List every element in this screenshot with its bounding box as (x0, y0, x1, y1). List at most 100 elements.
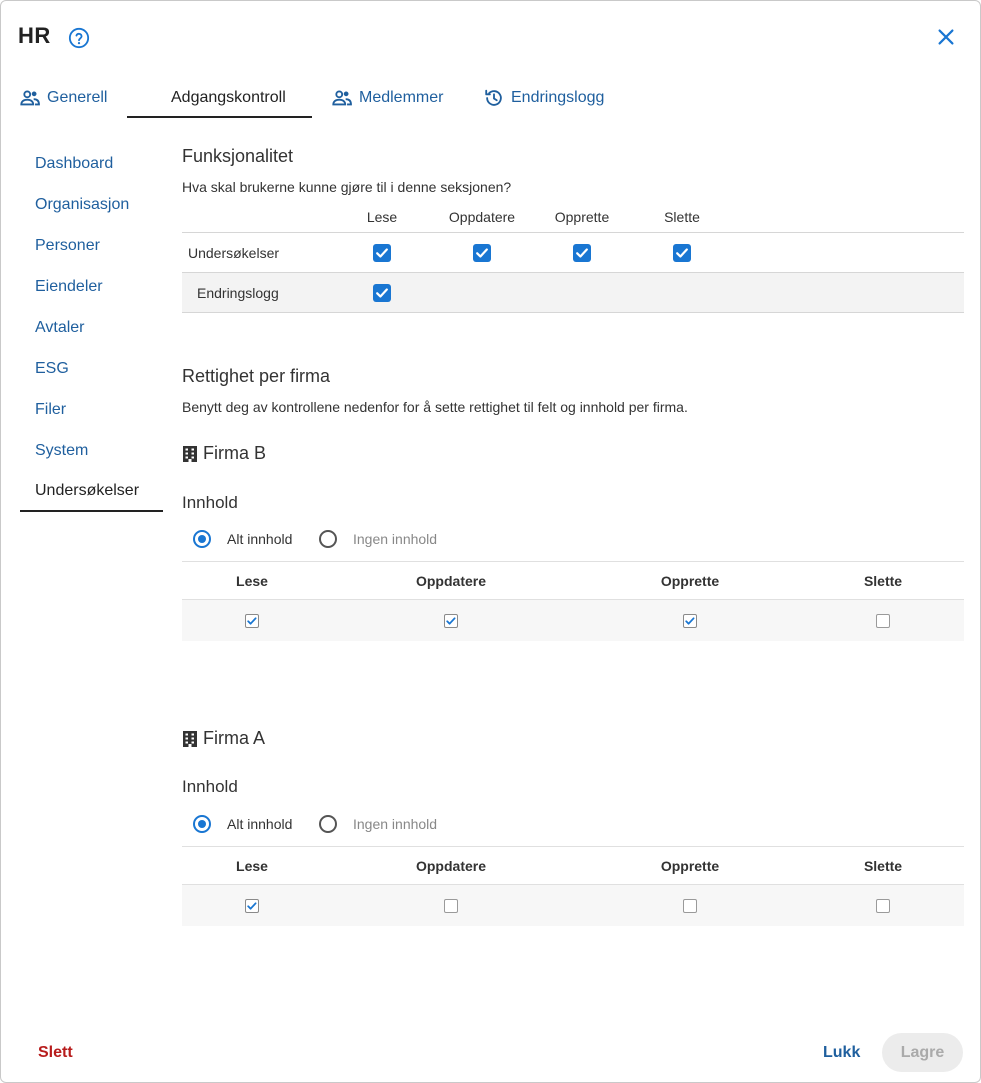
checkbox-slette[interactable] (876, 899, 890, 913)
company-permission-table: Lese Oppdatere Opprette Slette (182, 561, 964, 641)
radio-label: Alt innhold (227, 816, 293, 832)
tab-adgangskontroll[interactable]: Adgangskontroll (171, 79, 286, 117)
tab-label: Generell (47, 89, 108, 106)
rights-heading: Rettighet per firma (182, 366, 331, 386)
radio-selected-icon (193, 815, 211, 833)
column-header: Slette (664, 209, 700, 225)
functionality-question: Hva skal brukerne kunne gjøre til i denn… (182, 179, 512, 195)
column-header: Slette (863, 858, 903, 874)
radio-label: Ingen innhold (353, 816, 438, 832)
checkbox-opprette[interactable] (573, 244, 591, 262)
content-label: Innhold (182, 493, 238, 512)
building-icon (183, 445, 197, 462)
column-header: Lese (366, 209, 398, 225)
close-button[interactable]: Lukk (823, 1044, 860, 1062)
functionality-header-row: Lese Oppdatere Opprette Slette (182, 206, 964, 233)
nav-label: Dashboard (35, 154, 114, 172)
checkbox-lese[interactable] (373, 284, 391, 302)
section-nav: Dashboard Organisasjon Personer Eiendele… (20, 143, 163, 512)
column-header: Lese (236, 573, 268, 589)
radio-ingen-innhold[interactable]: Ingen innhold (319, 530, 437, 548)
check-icon (576, 248, 588, 258)
nav-item-eiendeler[interactable]: Eiendeler (20, 266, 163, 307)
checkbox-oppdatere[interactable] (444, 899, 458, 913)
tab-label: Medlemmer (359, 89, 444, 106)
building-icon (183, 730, 197, 747)
column-header: Oppdatere (448, 209, 516, 225)
save-button[interactable]: Lagre (882, 1033, 963, 1072)
nav-label: Organisasjon (35, 195, 130, 213)
nav-label: Filer (35, 400, 67, 418)
permission-header-row: Lese Oppdatere Opprette Slette (182, 561, 964, 600)
column-header: Slette (863, 573, 903, 589)
radio-selected-icon (193, 530, 211, 548)
people-icon (20, 90, 40, 106)
tab-medlemmer[interactable]: Medlemmer (331, 79, 443, 117)
checkbox-opprette[interactable] (683, 899, 697, 913)
checkbox-slette[interactable] (876, 614, 890, 628)
permission-row (182, 885, 964, 926)
active-tab-indicator (127, 116, 312, 118)
check-icon (476, 248, 488, 258)
check-icon (685, 617, 695, 625)
tab-endringslogg[interactable]: Endringslogg (483, 79, 604, 117)
nav-label: Eiendeler (35, 277, 103, 295)
radio-empty-icon (319, 530, 337, 548)
check-icon (247, 902, 257, 910)
checkbox-opprette[interactable] (683, 614, 697, 628)
content-label: Innhold (182, 777, 238, 796)
column-header: Opprette (554, 209, 610, 225)
check-icon (376, 288, 388, 298)
hr-dialog: HR Generell Adgangskontroll Medlemmer En… (0, 0, 981, 1083)
company-name: Firma A (203, 728, 266, 748)
check-icon (247, 617, 257, 625)
nav-item-dashboard[interactable]: Dashboard (20, 143, 163, 184)
tab-generell[interactable]: Generell (19, 79, 107, 117)
permission-header-row: Lese Oppdatere Opprette Slette (182, 846, 964, 885)
checkbox-lese[interactable] (373, 244, 391, 262)
company-title: Firma A (182, 728, 265, 749)
radio-empty-icon (319, 815, 337, 833)
tab-bar: Generell Adgangskontroll Medlemmer Endri… (19, 79, 619, 119)
nav-item-personer[interactable]: Personer (20, 225, 163, 266)
nav-label: ESG (35, 359, 69, 377)
nav-label: Personer (35, 236, 100, 254)
functionality-table: Lese Oppdatere Opprette Slette Undersøke… (182, 206, 964, 313)
checkbox-oppdatere[interactable] (473, 244, 491, 262)
content-radio-group: Alt innhold Ingen innhold (193, 815, 493, 835)
rights-description: Benytt deg av kontrollene nedenfor for å… (182, 399, 688, 415)
help-icon[interactable] (68, 27, 90, 49)
checkbox-lese[interactable] (245, 899, 259, 913)
tab-label: Endringslogg (511, 89, 605, 106)
radio-alt-innhold[interactable]: Alt innhold (193, 530, 292, 548)
nav-item-organisasjon[interactable]: Organisasjon (20, 184, 163, 225)
column-header: Lese (236, 858, 268, 874)
nav-item-system[interactable]: System (20, 430, 163, 471)
content-radio-group: Alt innhold Ingen innhold (193, 530, 493, 550)
dialog-title: HR (18, 23, 51, 48)
nav-item-undersokelser[interactable]: Undersøkelser (20, 471, 163, 512)
nav-item-filer[interactable]: Filer (20, 389, 163, 430)
people-icon (332, 90, 352, 106)
nav-item-avtaler[interactable]: Avtaler (20, 307, 163, 348)
company-title: Firma B (182, 443, 266, 464)
close-icon[interactable] (935, 26, 957, 48)
functionality-row-endringslogg: Endringslogg (182, 273, 964, 313)
row-label: Endringslogg (197, 285, 279, 301)
radio-ingen-innhold[interactable]: Ingen innhold (319, 815, 437, 833)
radio-label: Ingen innhold (353, 531, 438, 547)
radio-alt-innhold[interactable]: Alt innhold (193, 815, 292, 833)
checkbox-slette[interactable] (673, 244, 691, 262)
nav-label: Undersøkelser (35, 481, 140, 499)
checkbox-lese[interactable] (245, 614, 259, 628)
nav-label: System (35, 441, 89, 459)
tab-label: Adgangskontroll (171, 89, 286, 106)
company-permission-table: Lese Oppdatere Opprette Slette (182, 846, 964, 926)
column-header: Oppdatere (415, 858, 487, 874)
check-icon (446, 617, 456, 625)
functionality-heading: Funksjonalitet (182, 146, 294, 166)
column-header: Oppdatere (415, 573, 487, 589)
checkbox-oppdatere[interactable] (444, 614, 458, 628)
nav-item-esg[interactable]: ESG (20, 348, 163, 389)
delete-button[interactable]: Slett (38, 1044, 73, 1062)
